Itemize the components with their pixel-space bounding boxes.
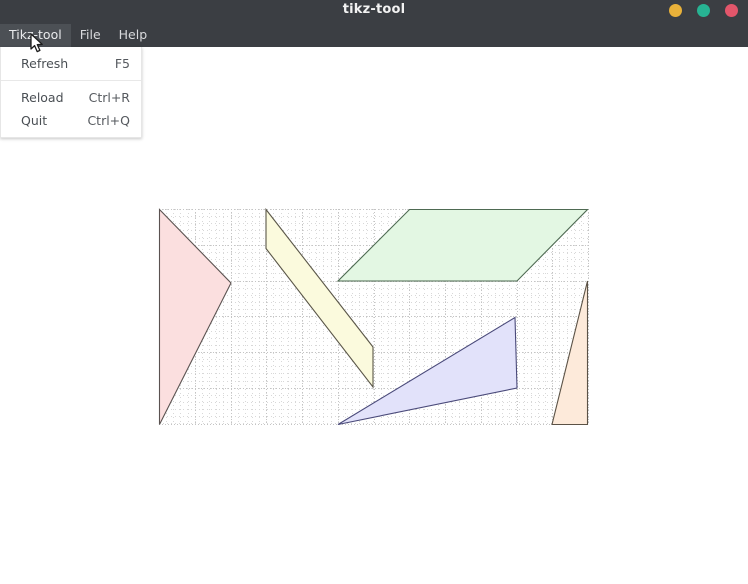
menu-option-reload-shortcut: Ctrl+R xyxy=(88,90,130,105)
menu-item-tikz-tool-label: Tikz-tool xyxy=(9,27,62,42)
window-controls xyxy=(669,4,738,17)
menu-option-refresh[interactable]: Refresh F5 xyxy=(1,52,141,75)
window-title: tikz-tool xyxy=(342,2,406,17)
menu-item-help-label: Help xyxy=(118,27,148,42)
application-window: tikz-tool Tikz-tool File Help Refresh F5… xyxy=(0,0,748,584)
close-button[interactable] xyxy=(725,4,738,17)
menu-option-reload-label: Reload xyxy=(21,90,64,105)
orange-triangle xyxy=(551,280,589,426)
menu-item-file-label: File xyxy=(79,27,101,42)
menu-option-refresh-label: Refresh xyxy=(21,56,69,71)
yellow-parallelogram xyxy=(265,207,374,389)
minimize-button[interactable] xyxy=(669,4,682,17)
menu-option-reload[interactable]: Reload Ctrl+R xyxy=(1,86,141,109)
menu-option-refresh-shortcut: F5 xyxy=(114,56,130,71)
menu-item-file[interactable]: File xyxy=(71,24,110,47)
maximize-button[interactable] xyxy=(697,4,710,17)
menu-item-tikz-tool[interactable]: Tikz-tool xyxy=(0,24,71,47)
tikz-tool-dropdown-menu: Refresh F5 Reload Ctrl+R Quit Ctrl+Q xyxy=(0,47,142,138)
menu-option-quit-shortcut: Ctrl+Q xyxy=(87,113,130,128)
menu-option-quit[interactable]: Quit Ctrl+Q xyxy=(1,109,141,132)
menu-separator xyxy=(1,80,141,81)
menu-option-quit-label: Quit xyxy=(21,113,48,128)
green-parallelogram xyxy=(336,208,589,282)
menu-bar: Tikz-tool File Help xyxy=(0,24,156,47)
menu-item-help[interactable]: Help xyxy=(110,24,157,47)
